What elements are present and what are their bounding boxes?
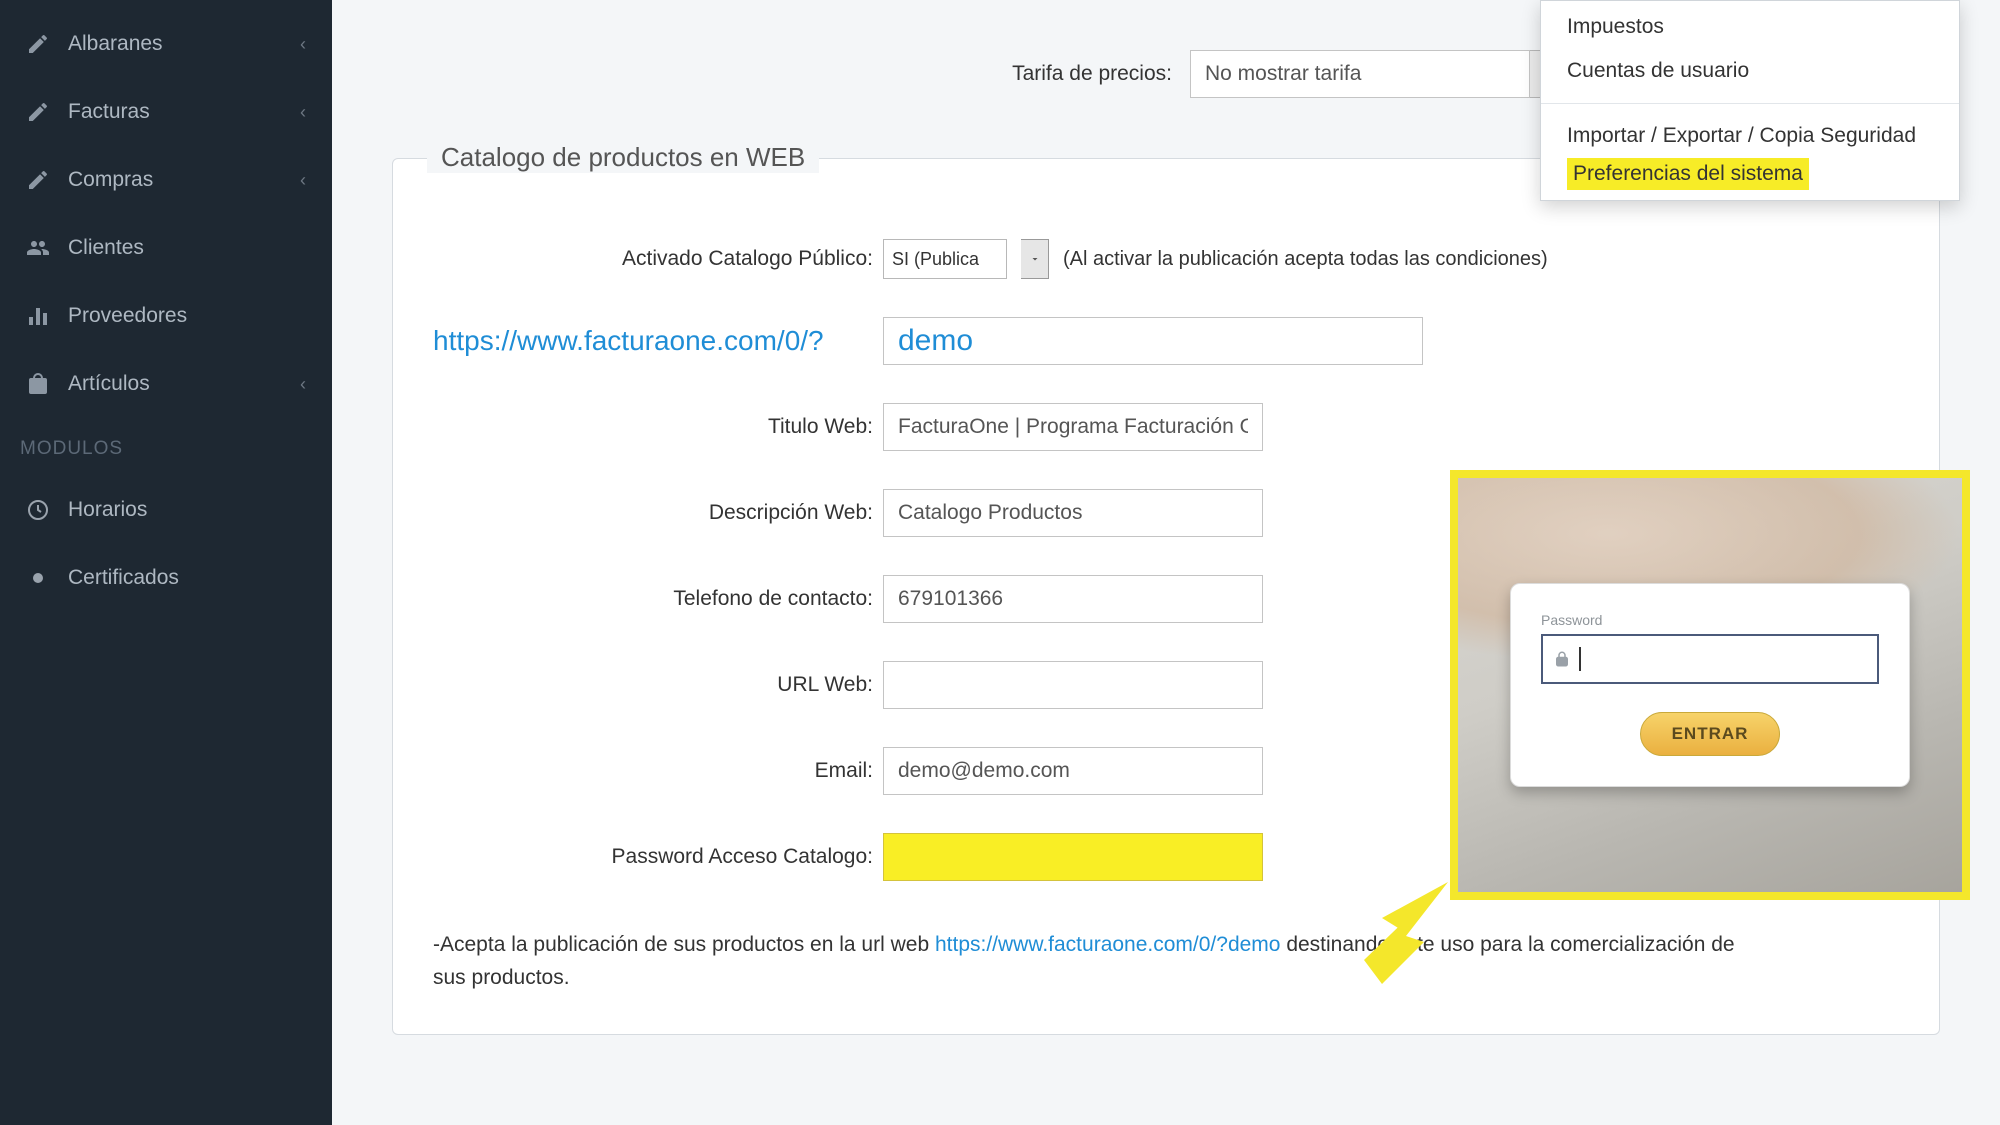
title-web-input[interactable] — [883, 403, 1263, 451]
activated-dropdown-button[interactable] — [1021, 239, 1049, 279]
sidebar-item-label: Proveedores — [68, 304, 187, 328]
sidebar-item-compras[interactable]: Compras ‹ — [0, 146, 332, 214]
email-label: Email: — [433, 759, 873, 783]
desc-web-label: Descripción Web: — [433, 501, 873, 525]
edit-icon — [26, 100, 50, 124]
menu-item-preferencias[interactable]: Preferencias del sistema — [1567, 158, 1809, 190]
phone-input[interactable] — [883, 575, 1263, 623]
chart-icon — [26, 304, 50, 328]
clock-icon — [26, 498, 50, 522]
sidebar-item-clientes[interactable]: Clientes — [0, 214, 332, 282]
sidebar-item-label: Horarios — [68, 498, 147, 522]
dot-icon — [26, 566, 50, 590]
chevron-left-icon: ‹ — [300, 170, 306, 191]
sidebar-item-label: Artículos — [68, 372, 150, 396]
sidebar-section-modulos: MODULOS — [0, 418, 332, 476]
email-input[interactable] — [883, 747, 1263, 795]
settings-dropdown-menu: Impuestos Cuentas de usuario Importar / … — [1540, 0, 1960, 201]
catalog-legend: Catalogo de productos en WEB — [427, 142, 819, 173]
menu-item-cuentas[interactable]: Cuentas de usuario — [1541, 49, 1959, 93]
chevron-down-icon — [1029, 253, 1041, 265]
users-icon — [26, 236, 50, 260]
login-password-input[interactable] — [1541, 634, 1879, 684]
chevron-left-icon: ‹ — [300, 374, 306, 395]
login-card: Password ENTRAR — [1510, 583, 1910, 787]
main-content: Impuestos Cuentas de usuario Importar / … — [332, 0, 2000, 1125]
accept-text: -Acepta la publicación de sus productos … — [433, 929, 1763, 994]
sidebar-item-label: Albaranes — [68, 32, 163, 56]
menu-item-import-export[interactable]: Importar / Exportar / Copia Seguridad — [1541, 114, 1959, 158]
urlweb-input[interactable] — [883, 661, 1263, 709]
price-tariff-select[interactable] — [1190, 50, 1530, 98]
menu-separator — [1541, 103, 1959, 104]
login-password-label: Password — [1541, 612, 1879, 628]
edit-icon — [26, 168, 50, 192]
catalog-password-input[interactable] — [883, 833, 1263, 881]
activated-hint: (Al activar la publicación acepta todas … — [1063, 248, 1548, 271]
menu-item-impuestos[interactable]: Impuestos — [1541, 5, 1959, 49]
sidebar-item-facturas[interactable]: Facturas ‹ — [0, 78, 332, 146]
activated-select[interactable] — [883, 239, 1007, 279]
price-tariff-label: Tarifa de precios: — [632, 62, 1172, 86]
edit-icon — [26, 32, 50, 56]
chevron-left-icon: ‹ — [300, 34, 306, 55]
login-enter-button[interactable]: ENTRAR — [1640, 712, 1780, 756]
text-cursor — [1579, 647, 1581, 671]
pwd-label: Password Acceso Catalogo: — [433, 845, 873, 869]
accept-link[interactable]: https://www.facturaone.com/0/?demo — [935, 933, 1281, 956]
highlight-arrow-icon — [1340, 870, 1460, 990]
bag-icon — [26, 372, 50, 396]
chevron-left-icon: ‹ — [300, 102, 306, 123]
sidebar-item-label: Facturas — [68, 100, 150, 124]
sidebar-item-label: Compras — [68, 168, 153, 192]
sidebar-item-horarios[interactable]: Horarios — [0, 476, 332, 544]
sidebar-item-albaranes[interactable]: Albaranes ‹ — [0, 10, 332, 78]
phone-label: Telefono de contacto: — [433, 587, 873, 611]
activated-label: Activado Catalogo Público: — [433, 247, 873, 271]
desc-web-input[interactable] — [883, 489, 1263, 537]
catalog-slug-input[interactable] — [883, 317, 1423, 365]
login-preview-card: Password ENTRAR — [1450, 470, 1970, 900]
sidebar: Albaranes ‹ Facturas ‹ Compras ‹ Cliente… — [0, 0, 332, 1125]
lock-icon — [1553, 650, 1571, 668]
sidebar-item-proveedores[interactable]: Proveedores — [0, 282, 332, 350]
urlweb-label: URL Web: — [433, 673, 873, 697]
sidebar-item-articulos[interactable]: Artículos ‹ — [0, 350, 332, 418]
accept-pre: -Acepta la publicación de sus productos … — [433, 933, 935, 956]
catalog-url-prefix: https://www.facturaone.com/0/? — [433, 325, 824, 356]
sidebar-item-label: Certificados — [68, 566, 179, 590]
sidebar-item-certificados[interactable]: Certificados — [0, 544, 332, 612]
sidebar-item-label: Clientes — [68, 236, 144, 260]
title-web-label: Titulo Web: — [433, 415, 873, 439]
